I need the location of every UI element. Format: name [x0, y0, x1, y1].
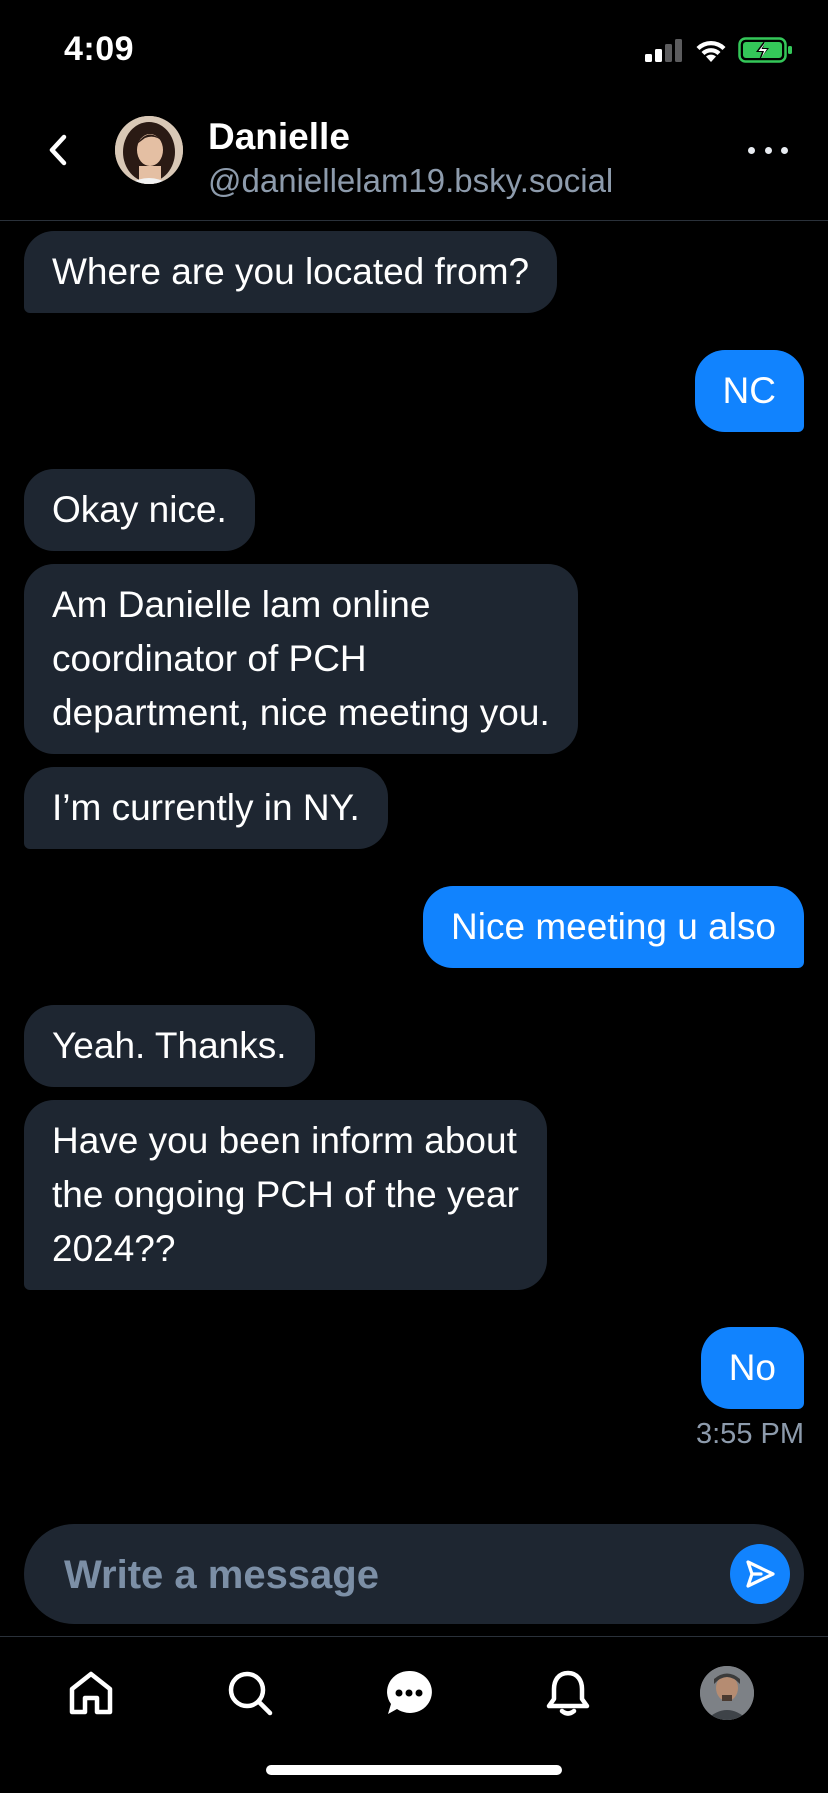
message-bubble-incoming[interactable]: Have you been inform about the ongoing P… — [24, 1100, 547, 1290]
contact-handle: @daniellelam19.bsky.social — [208, 162, 614, 199]
message-bubble-outgoing[interactable]: No — [700, 1327, 804, 1409]
tab-notifications[interactable] — [538, 1663, 598, 1723]
tab-profile[interactable] — [697, 1663, 757, 1723]
status-icons — [644, 36, 794, 64]
message-text-line: Have you been inform about — [52, 1120, 517, 1161]
ellipsis-icon-dot — [748, 146, 755, 154]
message-composer — [24, 1524, 804, 1626]
message-text-line: coordinator of PCH — [52, 638, 367, 679]
message-text: I’m currently in NY. — [52, 787, 360, 828]
chevron-left-icon — [49, 134, 67, 166]
message-bubble-outgoing[interactable]: NC — [694, 350, 804, 432]
contact-avatar[interactable] — [115, 116, 183, 184]
status-time: 4:09 — [64, 30, 135, 68]
message-bubble-incoming[interactable]: Okay nice. — [24, 469, 255, 551]
message-text-line: 2024?? — [52, 1228, 176, 1269]
message-bubble-incoming[interactable]: Yeah. Thanks. — [24, 1005, 315, 1087]
send-button[interactable] — [730, 1544, 790, 1604]
bell-icon — [546, 1670, 590, 1716]
chat-icon — [387, 1670, 432, 1714]
message-bubble-incoming[interactable]: Am Danielle lam online coordinator of PC… — [24, 564, 578, 754]
message-text: Okay nice. — [52, 489, 227, 530]
send-icon — [746, 1560, 775, 1588]
back-button[interactable] — [38, 128, 78, 172]
message-bubble-incoming[interactable]: I’m currently in NY. — [24, 767, 388, 849]
profile-avatar — [700, 1666, 754, 1720]
message-bubble-incoming[interactable]: Where are you located from? — [24, 231, 558, 313]
ellipsis-icon-dot — [764, 146, 772, 154]
tab-chat[interactable] — [379, 1663, 439, 1723]
message-text: No — [728, 1347, 776, 1388]
status-bar: 4:09 — [0, 0, 828, 100]
cellular-signal-icon — [645, 39, 682, 62]
conversation-header: Danielle @daniellelam19.bsky.social — [0, 100, 828, 221]
home-icon — [69, 1671, 113, 1715]
wifi-icon — [696, 40, 726, 62]
message-text: Nice meeting u also — [451, 906, 776, 947]
message-text-line: department, nice meeting you. — [52, 692, 550, 733]
ellipsis-icon-dot — [781, 146, 788, 154]
message-text-line: Am Danielle lam online — [52, 584, 431, 625]
message-text: Where are you located from? — [52, 251, 530, 292]
contact-avatar-image — [115, 116, 183, 184]
message-text-line: the ongoing PCH of the year — [52, 1174, 519, 1215]
home-indicator — [266, 1765, 562, 1775]
message-timestamp: 3:55 PM — [696, 1418, 804, 1450]
more-options-button[interactable] — [748, 138, 788, 162]
battery-charging-icon — [738, 37, 792, 63]
message-text: Yeah. Thanks. — [52, 1025, 287, 1066]
message-input[interactable] — [62, 1524, 706, 1626]
message-bubble-outgoing[interactable]: Nice meeting u also — [423, 886, 804, 968]
tab-search[interactable] — [220, 1663, 280, 1723]
contact-name: Danielle — [208, 116, 350, 157]
message-text: NC — [722, 370, 776, 411]
search-icon — [228, 1671, 273, 1716]
tab-home[interactable] — [61, 1663, 121, 1723]
